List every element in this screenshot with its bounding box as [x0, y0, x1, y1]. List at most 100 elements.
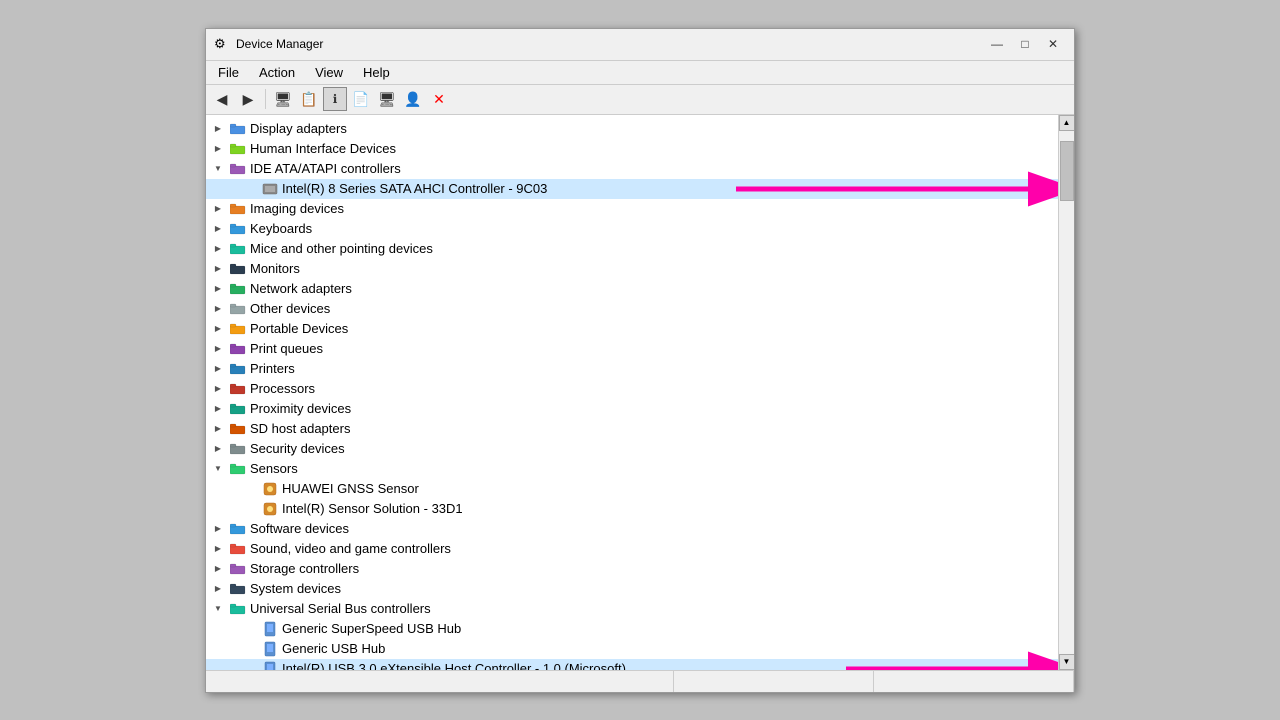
expand-arrow[interactable]: ▼	[210, 461, 226, 477]
tree-item-portable-devices[interactable]: ▶ Portable Devices	[206, 319, 1058, 339]
toolbar-back[interactable]: ◀	[210, 87, 234, 111]
tree-item-print-queues[interactable]: ▶ Print queues	[206, 339, 1058, 359]
item-label: Security devices	[250, 441, 345, 456]
toolbar-user[interactable]: 👤	[401, 87, 425, 111]
toolbar-computer[interactable]: 🖥	[271, 87, 295, 111]
tree-item-security-devices[interactable]: ▶ Security devices	[206, 439, 1058, 459]
folder-icon	[230, 341, 246, 357]
expand-arrow[interactable]: ▶	[210, 341, 226, 357]
status-segment-1	[206, 671, 674, 692]
tree-item-imaging-devices[interactable]: ▶ Imaging devices	[206, 199, 1058, 219]
tree-item-system-devices[interactable]: ▶ System devices	[206, 579, 1058, 599]
toolbar-forward[interactable]: ▶	[236, 87, 260, 111]
expand-arrow[interactable]: ▶	[210, 381, 226, 397]
item-label: Printers	[250, 361, 295, 376]
item-label: Sensors	[250, 461, 298, 476]
expand-arrow[interactable]: ▶	[210, 401, 226, 417]
folder-icon	[230, 421, 246, 437]
vertical-scrollbar[interactable]: ▲ ▼	[1058, 115, 1074, 670]
tree-item-huawei-gnss[interactable]: HUAWEI GNSS Sensor	[206, 479, 1058, 499]
item-label: Universal Serial Bus controllers	[250, 601, 431, 616]
tree-item-network-adapters[interactable]: ▶ Network adapters	[206, 279, 1058, 299]
expand-arrow[interactable]: ▶	[210, 441, 226, 457]
close-button[interactable]: ✕	[1040, 34, 1066, 54]
minimize-button[interactable]: —	[984, 34, 1010, 54]
expand-arrow[interactable]: ▶	[210, 581, 226, 597]
expand-arrow[interactable]: ▶	[210, 201, 226, 217]
folder-icon	[230, 241, 246, 257]
scroll-thumb[interactable]	[1060, 141, 1074, 201]
expand-arrow[interactable]: ▶	[210, 281, 226, 297]
maximize-button[interactable]: □	[1012, 34, 1038, 54]
folder-icon	[230, 301, 246, 317]
item-label: Generic USB Hub	[282, 641, 385, 656]
expand-arrow[interactable]: ▶	[210, 321, 226, 337]
expand-arrow[interactable]: ▶	[210, 141, 226, 157]
scroll-down-button[interactable]: ▼	[1059, 654, 1075, 670]
scroll-track[interactable]	[1059, 131, 1074, 654]
menu-action[interactable]: Action	[251, 63, 303, 82]
tree-item-processors[interactable]: ▶ Processors	[206, 379, 1058, 399]
tree-item-proximity-devices[interactable]: ▶ Proximity devices	[206, 399, 1058, 419]
expand-arrow[interactable]: ▶	[210, 561, 226, 577]
menu-help[interactable]: Help	[355, 63, 398, 82]
tree-item-intel-sensor[interactable]: Intel(R) Sensor Solution - 33D1	[206, 499, 1058, 519]
tree-item-software-devices[interactable]: ▶ Software devices	[206, 519, 1058, 539]
item-label: Human Interface Devices	[250, 141, 396, 156]
expand-arrow[interactable]: ▼	[210, 601, 226, 617]
expand-arrow[interactable]: ▶	[210, 221, 226, 237]
tree-item-mice-pointing[interactable]: ▶ Mice and other pointing devices	[206, 239, 1058, 259]
expand-arrow[interactable]: ▶	[210, 521, 226, 537]
menu-file[interactable]: File	[210, 63, 247, 82]
tree-item-display-adapters[interactable]: ▶ Display adapters	[206, 119, 1058, 139]
tree-item-usb-controllers[interactable]: ▼ Universal Serial Bus controllers	[206, 599, 1058, 619]
device-icon	[262, 181, 278, 197]
toolbar-delete[interactable]: ✕	[427, 87, 451, 111]
tree-item-sensors[interactable]: ▼ Sensors	[206, 459, 1058, 479]
window-title: Device Manager	[236, 37, 984, 51]
toolbar-monitor[interactable]: 🖥	[375, 87, 399, 111]
item-label: Sound, video and game controllers	[250, 541, 451, 556]
item-label: Portable Devices	[250, 321, 348, 336]
tree-item-monitors[interactable]: ▶ Monitors	[206, 259, 1058, 279]
expand-arrow[interactable]: ▶	[210, 541, 226, 557]
status-bar	[206, 670, 1074, 692]
folder-icon	[230, 281, 246, 297]
toolbar-doc[interactable]: 📄	[349, 87, 373, 111]
folder-icon	[230, 581, 246, 597]
status-segment-2	[674, 671, 874, 692]
tree-item-printers[interactable]: ▶ Printers	[206, 359, 1058, 379]
toolbar-clipboard[interactable]: 📋	[297, 87, 321, 111]
tree-item-sound-video[interactable]: ▶ Sound, video and game controllers	[206, 539, 1058, 559]
tree-item-sd-host-adapters[interactable]: ▶ SD host adapters	[206, 419, 1058, 439]
tree-container: ▶ Display adapters▶ Human Interface Devi…	[206, 115, 1058, 670]
scroll-up-button[interactable]: ▲	[1059, 115, 1075, 131]
tree-view[interactable]: ▶ Display adapters▶ Human Interface Devi…	[206, 115, 1058, 670]
device-icon	[262, 501, 278, 517]
tree-item-ide-atapi-controllers[interactable]: ▼ IDE ATA/ATAPI controllers	[206, 159, 1058, 179]
menu-view[interactable]: View	[307, 63, 351, 82]
tree-item-intel-usb3[interactable]: Intel(R) USB 3.0 eXtensible Host Control…	[206, 659, 1058, 670]
tree-item-storage-controllers[interactable]: ▶ Storage controllers	[206, 559, 1058, 579]
expand-arrow[interactable]: ▶	[210, 301, 226, 317]
item-label: Keyboards	[250, 221, 312, 236]
device-icon	[262, 621, 278, 637]
expand-arrow[interactable]: ▶	[210, 361, 226, 377]
folder-icon	[230, 461, 246, 477]
item-label: Other devices	[250, 301, 330, 316]
tree-item-human-interface-devices[interactable]: ▶ Human Interface Devices	[206, 139, 1058, 159]
item-label: IDE ATA/ATAPI controllers	[250, 161, 401, 176]
item-label: Display adapters	[250, 121, 347, 136]
expand-arrow[interactable]: ▶	[210, 421, 226, 437]
tree-item-keyboards[interactable]: ▶ Keyboards	[206, 219, 1058, 239]
tree-item-generic-superspeed-usb[interactable]: Generic SuperSpeed USB Hub	[206, 619, 1058, 639]
tree-item-intel-sata[interactable]: Intel(R) 8 Series SATA AHCI Controller -…	[206, 179, 1058, 199]
tree-item-generic-usb-hub[interactable]: Generic USB Hub	[206, 639, 1058, 659]
toolbar-info[interactable]: ℹ	[323, 87, 347, 111]
tree-item-other-devices[interactable]: ▶ Other devices	[206, 299, 1058, 319]
expand-arrow[interactable]: ▶	[210, 241, 226, 257]
expand-arrow[interactable]: ▶	[210, 121, 226, 137]
expand-arrow[interactable]: ▼	[210, 161, 226, 177]
window-icon: ⚙	[214, 36, 230, 52]
expand-arrow[interactable]: ▶	[210, 261, 226, 277]
